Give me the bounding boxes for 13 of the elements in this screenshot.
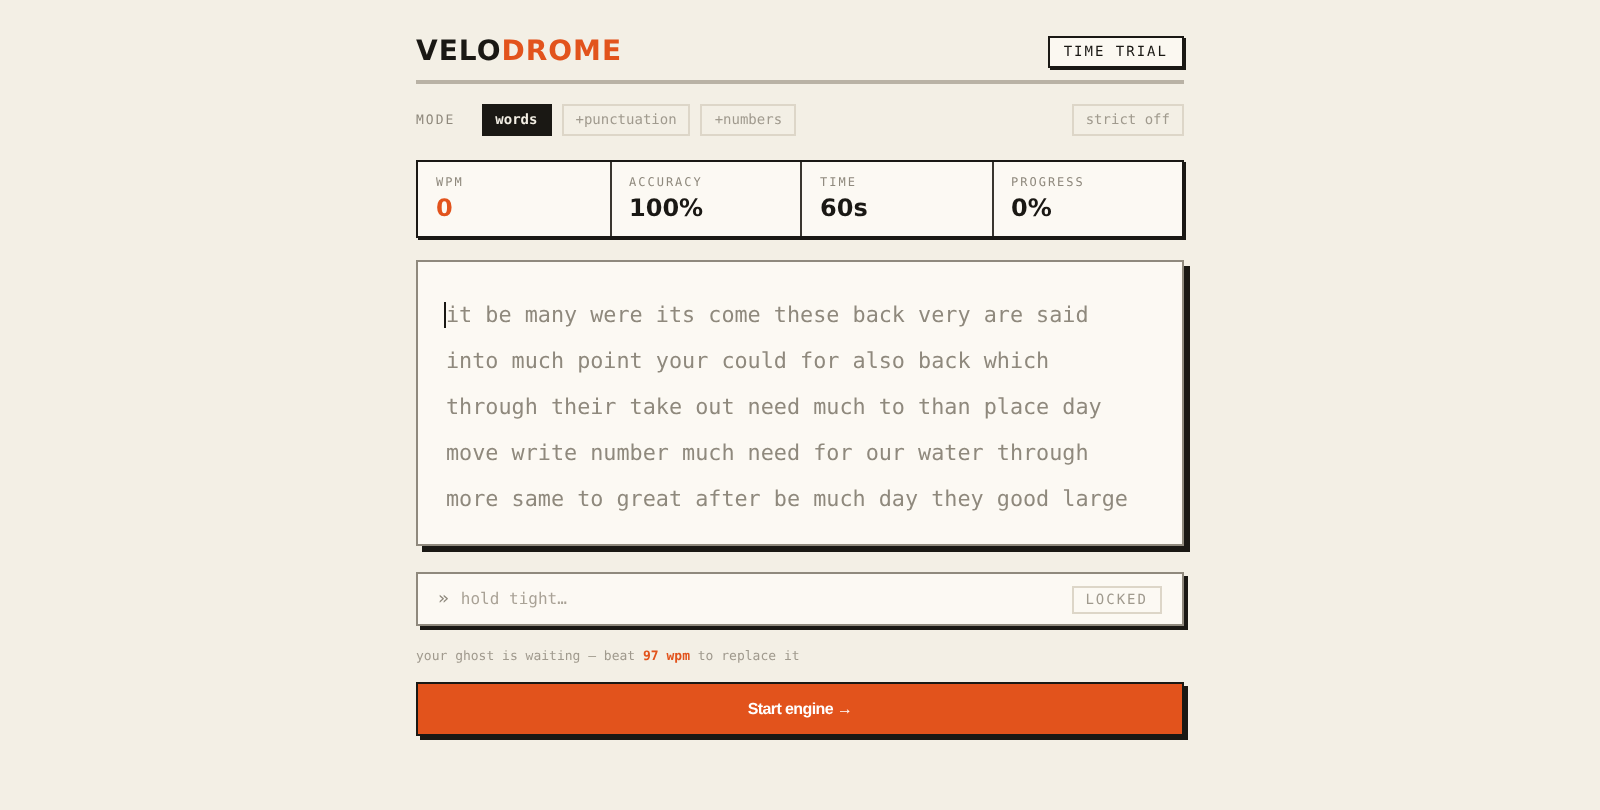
passage-line: move write number much need for our water through — [446, 440, 1089, 466]
prompt-marker: » — [438, 589, 449, 609]
text-cursor — [444, 302, 446, 328]
passage-line: through their take out need much to than place day — [446, 394, 1102, 420]
start-button[interactable]: Start engine → — [416, 682, 1184, 736]
passage-line: it be many were its come these back very are said — [446, 302, 1089, 328]
passage-line: into much point your could for also back which — [446, 348, 1050, 374]
stat-value: 0 — [436, 194, 455, 222]
logo: VELODROME — [416, 36, 623, 68]
stat-value: 0% — [1011, 194, 1054, 222]
passage-line: more same to great after be much day they good large — [446, 486, 1128, 512]
stat-value: 60s — [820, 194, 870, 222]
stat-value: 100% — [629, 194, 706, 222]
